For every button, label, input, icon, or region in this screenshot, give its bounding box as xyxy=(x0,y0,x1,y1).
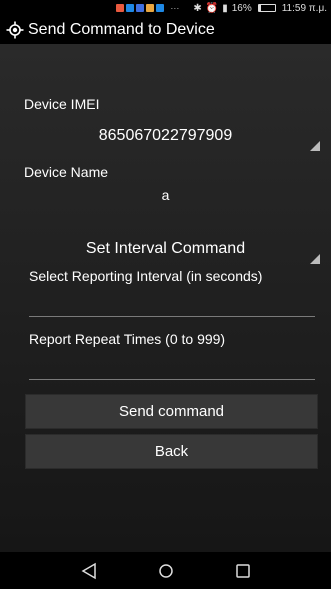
more-notifications: ··· xyxy=(170,3,180,13)
app-notification-icon xyxy=(136,4,145,12)
nav-back-button[interactable] xyxy=(77,559,101,583)
nav-recents-button[interactable] xyxy=(231,559,255,583)
send-command-button[interactable]: Send command xyxy=(25,394,318,429)
app-bar: Send Command to Device xyxy=(0,16,331,44)
nav-home-button[interactable] xyxy=(154,559,178,583)
crosshair-icon xyxy=(6,21,24,39)
command-value: Set Interval Command xyxy=(85,240,246,257)
repeat-input[interactable] xyxy=(29,353,319,381)
repeat-label: Report Repeat Times (0 to 999) xyxy=(29,331,226,347)
imei-label: Device IMEI xyxy=(24,96,100,112)
app-notification-icon xyxy=(156,4,165,12)
back-label: Back xyxy=(154,443,189,460)
interval-label: Select Reporting Interval (in seconds) xyxy=(29,268,263,284)
navigation-bar xyxy=(0,552,331,589)
page-title: Send Command to Device xyxy=(28,21,215,38)
device-name-label: Device Name xyxy=(24,164,109,180)
imei-value: 865067022797909 xyxy=(98,127,233,144)
signal-icon: ▮ xyxy=(222,2,228,14)
device-name-value: a xyxy=(161,187,170,203)
main-content: Device IMEI 865067022797909 Device Name … xyxy=(0,44,331,552)
alarm-icon: ⏰ xyxy=(205,2,219,14)
back-icon xyxy=(81,562,96,579)
imei-spinner[interactable]: 865067022797909 xyxy=(25,123,320,151)
clock: 11:59 π.μ. xyxy=(281,2,327,14)
spinner-arrow-icon xyxy=(310,141,320,151)
battery-percent: 16% xyxy=(231,2,252,14)
command-spinner[interactable]: Set Interval Command xyxy=(25,236,320,264)
interval-input[interactable] xyxy=(29,290,319,318)
spinner-arrow-icon xyxy=(310,254,320,264)
recents-icon xyxy=(235,563,250,578)
home-icon xyxy=(158,563,173,578)
send-command-label: Send command xyxy=(118,403,225,420)
status-bar: ··· ✱ ⏰ ▮ 16% 11:59 π.μ. xyxy=(0,0,331,16)
back-button[interactable]: Back xyxy=(25,434,318,469)
app-notification-icon xyxy=(126,4,135,12)
app-notification-icon xyxy=(116,4,125,12)
interval-underline xyxy=(29,316,315,317)
battery-icon xyxy=(257,4,276,12)
bluetooth-icon: ✱ xyxy=(193,2,202,14)
battery-level xyxy=(258,5,262,11)
app-notification-icon xyxy=(146,4,155,12)
notification-icons: ··· xyxy=(116,3,183,13)
repeat-underline xyxy=(29,379,315,380)
